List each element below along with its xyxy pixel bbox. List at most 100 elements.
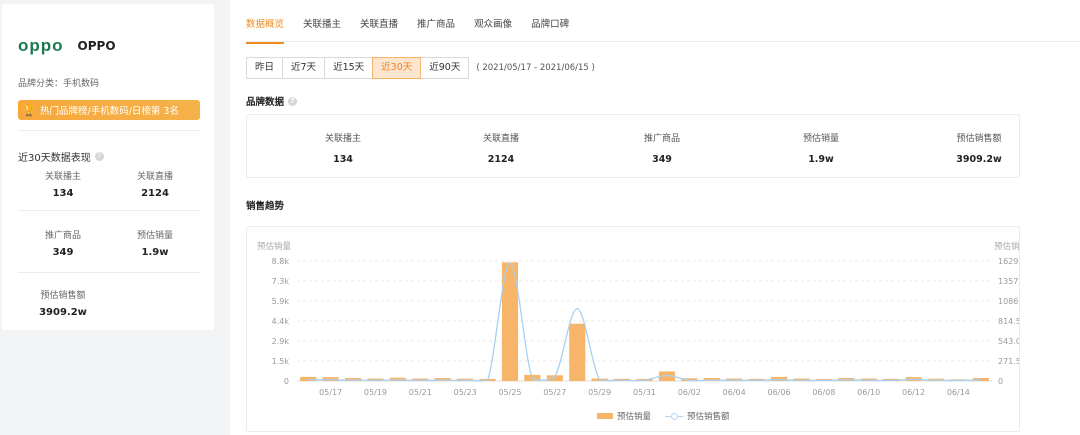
left-stat-lives: 关联直播 2124	[110, 169, 200, 199]
x-tick-label: 05/21	[409, 388, 432, 397]
x-tick-label: 05/25	[498, 388, 521, 397]
divider	[18, 210, 200, 211]
x-tick-label: 06/08	[812, 388, 835, 397]
y-left-axis-title: 预估销量	[257, 241, 292, 252]
x-tick-label: 05/29	[588, 388, 611, 397]
brand-header: oppo OPPO	[18, 36, 116, 56]
stat-label: 预估销售额	[956, 134, 1002, 144]
brand-data-heading: 品牌数据 ?	[246, 94, 298, 108]
divider	[18, 130, 200, 131]
tab-overview[interactable]: 数据概览	[246, 16, 285, 44]
x-tick-label: 06/14	[947, 388, 970, 397]
date-range-selector: 昨日 近7天 近15天 近30天 近90天 ( 2021/05/17 - 202…	[246, 57, 595, 79]
stat-label: 关联直播	[482, 134, 519, 144]
brand-summary-card: oppo OPPO 品牌分类：手机数码 🏆 热门品牌榜/手机数码/日榜第 3名 …	[2, 4, 214, 330]
range-15d[interactable]: 近15天	[324, 57, 374, 79]
x-tick-label: 06/04	[723, 388, 746, 397]
stat-value: 2124	[141, 188, 169, 199]
stat-label: 预估销量	[136, 231, 173, 241]
stat-label: 推广商品	[643, 134, 680, 144]
tab-divider	[246, 41, 1080, 42]
y-left-tick-label: 8.8k	[272, 257, 290, 266]
x-tick-label: 06/12	[902, 388, 925, 397]
y-right-tick-label: 1086.0w	[998, 297, 1019, 306]
brand-logo: oppo	[18, 36, 64, 55]
help-icon[interactable]: ?	[288, 96, 298, 106]
y-right-tick-label: 271.5w	[998, 357, 1019, 366]
y-left-tick-label: 1.5k	[272, 357, 290, 366]
main-panel: 数据概览 关联播主 关联直播 推广商品 观众画像 品牌口碑 昨日 近7天 近15…	[230, 0, 1080, 435]
stat-value: 349	[652, 154, 672, 165]
chart-legend: 预估销量 预估销售额	[597, 410, 730, 422]
stat-value: 3909.2w	[39, 307, 87, 318]
y-left-tick-label: 5.9k	[272, 297, 290, 306]
legend-line-label[interactable]: 预估销售额	[687, 410, 730, 422]
brand-stat-sales: 预估销量 1.9w	[761, 131, 881, 165]
x-tick-label: 06/02	[678, 388, 701, 397]
left-stat-revenue: 预估销售额 3909.2w	[18, 288, 108, 318]
tab-lives[interactable]: 关联直播	[360, 16, 398, 44]
legend-bar-swatch	[597, 413, 613, 419]
tab-audience[interactable]: 观众画像	[474, 16, 512, 44]
stat-label: 推广商品	[44, 231, 81, 241]
stat-value: 349	[52, 247, 74, 258]
trophy-icon: 🏆	[22, 103, 36, 117]
legend-bar-label[interactable]: 预估销量	[617, 410, 651, 422]
left-section-title-text: 近30天数据表现	[18, 153, 91, 164]
stat-value: 134	[333, 154, 353, 165]
x-tick-label: 05/17	[319, 388, 342, 397]
brand-stat-revenue: 预估销售额 3909.2w	[919, 131, 1039, 165]
brand-stat-lives: 关联直播 2124	[441, 131, 561, 165]
stat-label: 关联直播	[136, 172, 173, 182]
tab-anchors[interactable]: 关联播主	[303, 16, 341, 44]
brand-data-box: 关联播主 134 关联直播 2124 推广商品 349 预估销量 1.9w 预估…	[246, 114, 1020, 178]
range-yesterday[interactable]: 昨日	[246, 57, 284, 79]
y-left-tick-label: 4.4k	[272, 317, 290, 326]
left-stat-sales: 预估销量 1.9w	[110, 228, 200, 258]
x-tick-label: 05/27	[543, 388, 566, 397]
stat-label: 关联播主	[324, 134, 361, 144]
sales-trend-chart-box: 预估销量预估销售额001.5k271.5w2.9k543.0w4.4k814.5…	[246, 226, 1020, 432]
brand-data-title: 品牌数据	[246, 97, 285, 108]
rank-badge[interactable]: 🏆 热门品牌榜/手机数码/日榜第 3名	[18, 100, 200, 120]
y-right-tick-label: 1357.5w	[998, 277, 1019, 286]
brand-category: 品牌分类：手机数码	[18, 79, 100, 89]
range-7d[interactable]: 近7天	[282, 57, 326, 79]
stat-value: 2124	[487, 154, 515, 165]
stat-value: 1.9w	[141, 247, 169, 258]
y-right-tick-label: 543.0w	[998, 337, 1019, 346]
bar-mark	[300, 376, 317, 381]
bar-mark	[569, 323, 586, 381]
rank-badge-text: 热门品牌榜/手机数码/日榜第 3名	[40, 106, 179, 117]
range-30d[interactable]: 近30天	[372, 57, 422, 79]
brand-stat-anchors: 关联播主 134	[283, 131, 403, 165]
x-tick-label: 05/19	[364, 388, 387, 397]
y-right-tick-label: 1629.0w	[998, 257, 1019, 266]
y-right-axis-title: 预估销售额	[994, 241, 1019, 252]
left-section-title: 近30天数据表现 ?	[18, 149, 104, 164]
stat-label: 预估销量	[802, 134, 839, 144]
stat-value: 1.9w	[808, 154, 834, 165]
y-right-tick-label: 0	[998, 377, 1003, 386]
x-tick-label: 05/23	[454, 388, 477, 397]
left-stat-products: 推广商品 349	[18, 228, 108, 258]
sales-trend-chart: 预估销量 预估销售额 0 0 1.5k 271.5w 2.9k 543.0w 4.4k 814.5…	[257, 241, 1019, 397]
y-right-tick-label: 814.5w	[998, 317, 1019, 326]
brand-stat-products: 推广商品 349	[602, 131, 722, 165]
x-tick-label: 06/10	[857, 388, 880, 397]
y-left-tick-label: 2.9k	[272, 337, 290, 346]
legend-line-swatch	[665, 412, 684, 420]
stat-label: 预估销售额	[40, 291, 86, 301]
trend-title: 销售趋势	[246, 201, 285, 212]
x-tick-label: 06/06	[767, 388, 790, 397]
tab-reputation[interactable]: 品牌口碑	[531, 16, 569, 44]
stat-value: 3909.2w	[956, 154, 1002, 165]
range-90d[interactable]: 近90天	[420, 57, 470, 79]
help-icon[interactable]: ?	[94, 152, 104, 161]
tab-bar: 数据概览 关联播主 关联直播 推广商品 观众画像 品牌口碑	[246, 16, 588, 44]
tab-products[interactable]: 推广商品	[417, 16, 455, 44]
divider	[18, 272, 200, 273]
brand-name: OPPO	[77, 39, 116, 53]
y-left-tick-label: 0	[284, 377, 289, 386]
left-stat-anchors: 关联播主 134	[18, 169, 108, 199]
